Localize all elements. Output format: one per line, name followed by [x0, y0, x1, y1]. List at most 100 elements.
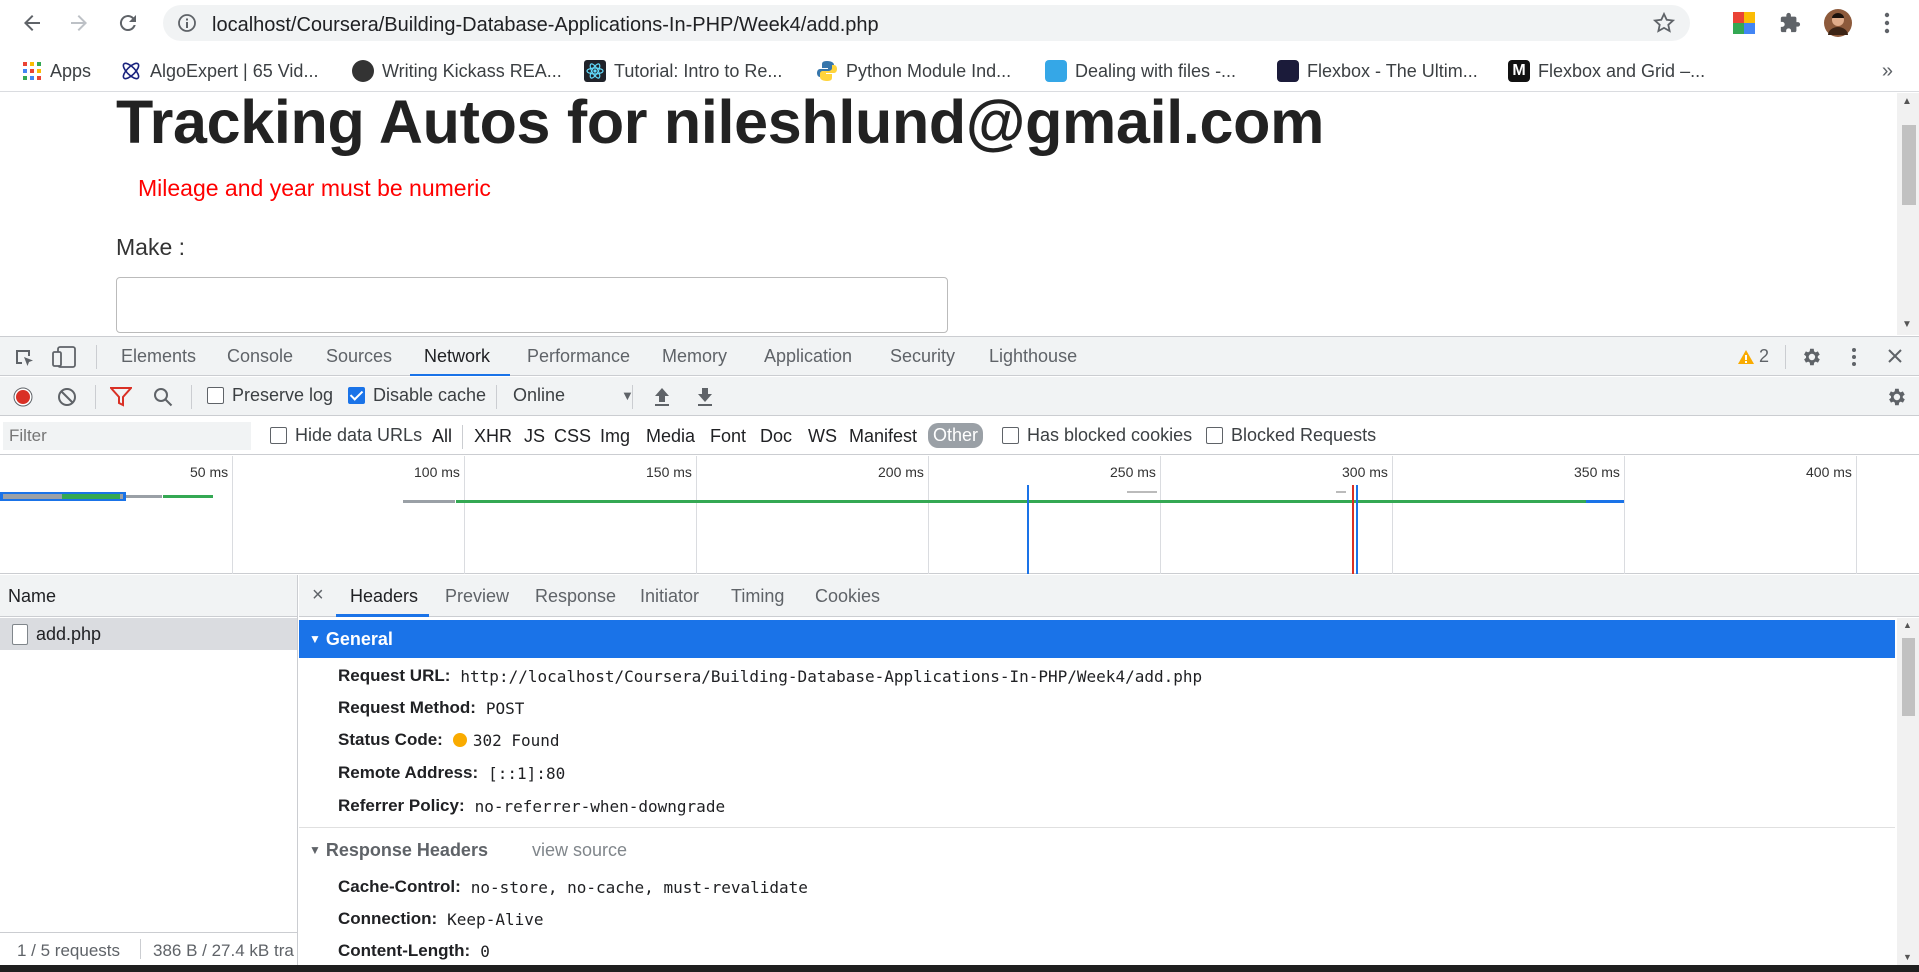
warnings-counter[interactable]: 2 — [1737, 346, 1769, 367]
timeline-marker — [1356, 485, 1358, 574]
filter-type-other[interactable]: Other — [928, 423, 984, 448]
details-scroll-thumb[interactable] — [1902, 638, 1915, 716]
tab-timing[interactable]: Timing — [731, 586, 784, 607]
device-toolbar-icon[interactable] — [52, 346, 78, 368]
details-scrollbar[interactable]: ▲ ▼ — [1897, 618, 1919, 965]
export-har-download-icon[interactable] — [695, 386, 715, 408]
close-devtools-icon[interactable] — [1887, 348, 1903, 364]
settings-gear-icon[interactable] — [1800, 346, 1822, 368]
filter-type-xhr[interactable]: XHR — [474, 426, 512, 447]
make-input[interactable] — [116, 277, 948, 333]
tab-lighthouse[interactable]: Lighthouse — [989, 346, 1077, 367]
tab-performance[interactable]: Performance — [527, 346, 630, 367]
tab-sources[interactable]: Sources — [326, 346, 392, 367]
tab-cookies[interactable]: Cookies — [815, 586, 880, 607]
address-bar[interactable]: localhost/Coursera/Building-Database-App… — [163, 5, 1690, 41]
bookmark-label: Tutorial: Intro to Re... — [614, 60, 783, 81]
inspect-element-icon[interactable] — [13, 347, 35, 369]
tab-security[interactable]: Security — [890, 346, 955, 367]
filter-type-css[interactable]: CSS — [554, 426, 591, 447]
table-row[interactable]: add.php — [0, 618, 297, 650]
tab-preview[interactable]: Preview — [445, 586, 509, 607]
filter-type-img[interactable]: Img — [600, 426, 630, 447]
tab-network[interactable]: Network — [424, 346, 490, 367]
devtools-menu-kebab-icon[interactable] — [1851, 347, 1857, 367]
remote-address-value: [::1]:80 — [488, 763, 566, 783]
url-text[interactable]: localhost/Coursera/Building-Database-App… — [212, 14, 879, 37]
bookmark-writing-kickass[interactable]: Writing Kickass REA... — [352, 58, 562, 84]
filter-type-js[interactable]: JS — [524, 426, 545, 447]
page-scroll-thumb[interactable] — [1902, 125, 1916, 205]
transfer-size: 386 B / 27.4 kB tra — [153, 941, 294, 960]
forward-button[interactable] — [64, 8, 94, 38]
tab-console[interactable]: Console — [227, 346, 293, 367]
blocked-requests-label: Blocked Requests — [1231, 425, 1377, 445]
filter-input[interactable] — [3, 422, 251, 450]
network-overview-timeline[interactable]: 50 ms 100 ms 150 ms 200 ms 250 ms 300 ms… — [0, 456, 1919, 574]
tab-elements[interactable]: Elements — [121, 346, 196, 367]
throttling-select[interactable]: Online ▼ — [513, 385, 634, 406]
scroll-up-icon[interactable]: ▲ — [1902, 96, 1912, 107]
view-source-link[interactable]: view source — [532, 840, 627, 861]
python-icon — [817, 61, 837, 81]
reload-button[interactable] — [113, 8, 143, 38]
has-blocked-cookies-label: Has blocked cookies — [1027, 425, 1193, 445]
status-code-row: Status Code: 302 Found — [338, 730, 560, 750]
network-settings-gear-icon[interactable] — [1885, 386, 1907, 408]
tab-response[interactable]: Response — [535, 586, 616, 607]
extensions-button[interactable] — [1775, 8, 1805, 38]
tab-initiator[interactable]: Initiator — [640, 586, 699, 607]
bookmark-algoexpert[interactable]: AlgoExpert | 65 Vid... — [120, 58, 318, 84]
filter-type-ws[interactable]: WS — [808, 426, 837, 447]
bookmark-flexbox-ultimate[interactable]: Flexbox - The Ultim... — [1277, 58, 1478, 84]
bookmarks-overflow-button[interactable]: » — [1882, 60, 1893, 83]
clear-icon[interactable] — [57, 387, 77, 407]
filter-type-all[interactable]: All — [432, 426, 452, 447]
page-scrollbar[interactable]: ▲ ▼ — [1897, 93, 1919, 335]
checkbox[interactable] — [1002, 427, 1019, 444]
hide-data-urls-checkbox[interactable]: Hide data URLs — [270, 425, 422, 446]
filter-funnel-icon[interactable] — [110, 387, 132, 407]
tab-application[interactable]: Application — [764, 346, 852, 367]
preserve-log-checkbox[interactable]: Preserve log — [207, 385, 333, 406]
filter-type-media[interactable]: Media — [646, 426, 695, 447]
filter-type-doc[interactable]: Doc — [760, 426, 792, 447]
bookmark-react-tutorial[interactable]: Tutorial: Intro to Re... — [584, 58, 782, 84]
checkbox[interactable] — [1206, 427, 1223, 444]
record-icon[interactable] — [13, 387, 33, 407]
tab-headers[interactable]: Headers — [350, 586, 418, 607]
content-length-key: Content-Length: — [338, 941, 471, 960]
medium-icon: M — [1508, 60, 1530, 82]
response-headers-section-header[interactable]: ▼ Response Headers view source — [299, 831, 1895, 869]
bookmark-dealing-files[interactable]: Dealing with files -... — [1045, 58, 1236, 84]
import-har-upload-icon[interactable] — [652, 386, 672, 408]
bookmark-python-modules[interactable]: Python Module Ind... — [816, 58, 1011, 84]
filter-type-font[interactable]: Font — [710, 426, 746, 447]
checkbox[interactable] — [270, 427, 287, 444]
info-icon[interactable] — [177, 13, 197, 33]
filter-type-manifest[interactable]: Manifest — [849, 426, 917, 447]
bookmark-flexbox-grid[interactable]: M Flexbox and Grid –... — [1508, 58, 1705, 84]
scroll-down-icon[interactable]: ▼ — [1903, 952, 1912, 962]
scroll-up-icon[interactable]: ▲ — [1903, 620, 1912, 630]
has-blocked-cookies-checkbox[interactable]: Has blocked cookies — [1002, 425, 1192, 446]
browser-menu-button[interactable] — [1872, 8, 1902, 38]
bookmark-apps[interactable]: Apps — [22, 58, 91, 84]
extension-colorful-button[interactable] — [1729, 8, 1759, 38]
name-column-header[interactable]: Name — [0, 575, 297, 617]
close-details-icon[interactable]: × — [312, 584, 324, 607]
back-button[interactable] — [17, 8, 47, 38]
search-icon[interactable] — [153, 387, 173, 407]
react-icon — [584, 60, 606, 82]
bookmark-star-icon[interactable] — [1652, 11, 1676, 35]
checkbox-checked[interactable] — [348, 387, 365, 404]
profile-avatar[interactable] — [1823, 8, 1853, 38]
blocked-requests-checkbox[interactable]: Blocked Requests — [1206, 425, 1376, 446]
general-section-header[interactable]: ▼ General — [299, 620, 1895, 658]
tab-memory[interactable]: Memory — [662, 346, 727, 367]
disable-cache-checkbox[interactable]: Disable cache — [348, 385, 486, 406]
separator — [462, 425, 463, 449]
checkbox[interactable] — [207, 387, 224, 404]
separator — [1785, 345, 1786, 369]
scroll-down-icon[interactable]: ▼ — [1902, 319, 1912, 330]
